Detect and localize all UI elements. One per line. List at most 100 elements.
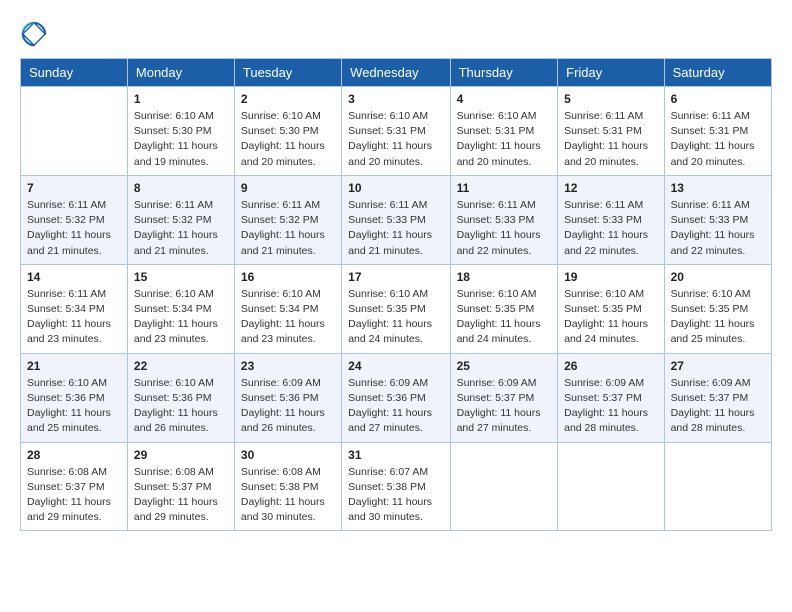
day-cell: 3 Sunrise: 6:10 AMSunset: 5:31 PMDaylight… [342, 87, 450, 176]
day-info: Sunrise: 6:10 AMSunset: 5:31 PMDaylight:… [348, 109, 443, 170]
weekday-header-tuesday: Tuesday [234, 59, 341, 87]
day-cell: 21 Sunrise: 6:10 AMSunset: 5:36 PMDayligh… [21, 353, 128, 442]
day-number: 2 [241, 92, 335, 106]
day-info: Sunrise: 6:11 AMSunset: 5:33 PMDaylight:… [457, 198, 552, 259]
day-cell: 23 Sunrise: 6:09 AMSunset: 5:36 PMDayligh… [234, 353, 341, 442]
day-cell: 26 Sunrise: 6:09 AMSunset: 5:37 PMDayligh… [558, 353, 664, 442]
day-number: 14 [27, 270, 121, 284]
day-number: 27 [671, 359, 765, 373]
day-info: Sunrise: 6:10 AMSunset: 5:35 PMDaylight:… [457, 287, 552, 348]
day-cell: 30 Sunrise: 6:08 AMSunset: 5:38 PMDayligh… [234, 442, 341, 531]
day-number: 13 [671, 181, 765, 195]
day-number: 18 [457, 270, 552, 284]
day-info: Sunrise: 6:10 AMSunset: 5:35 PMDaylight:… [564, 287, 657, 348]
page-header [20, 20, 772, 48]
day-number: 17 [348, 270, 443, 284]
day-number: 23 [241, 359, 335, 373]
day-info: Sunrise: 6:10 AMSunset: 5:35 PMDaylight:… [671, 287, 765, 348]
weekday-header-saturday: Saturday [664, 59, 771, 87]
day-cell: 22 Sunrise: 6:10 AMSunset: 5:36 PMDayligh… [127, 353, 234, 442]
logo-icon [20, 20, 48, 48]
day-number: 16 [241, 270, 335, 284]
day-number: 20 [671, 270, 765, 284]
day-cell: 27Sunrise: 6:09 AMSunset: 5:37 PMDayligh… [664, 353, 771, 442]
week-row-1: 1 Sunrise: 6:10 AMSunset: 5:30 PMDaylight… [21, 87, 772, 176]
day-number: 26 [564, 359, 657, 373]
day-info: Sunrise: 6:10 AMSunset: 5:30 PMDaylight:… [134, 109, 228, 170]
day-cell [21, 87, 128, 176]
day-cell [558, 442, 664, 531]
day-number: 19 [564, 270, 657, 284]
day-info: Sunrise: 6:10 AMSunset: 5:36 PMDaylight:… [134, 376, 228, 437]
day-number: 21 [27, 359, 121, 373]
day-info: Sunrise: 6:10 AMSunset: 5:34 PMDaylight:… [241, 287, 335, 348]
day-number: 10 [348, 181, 443, 195]
week-row-2: 7 Sunrise: 6:11 AMSunset: 5:32 PMDaylight… [21, 175, 772, 264]
week-row-5: 28 Sunrise: 6:08 AMSunset: 5:37 PMDayligh… [21, 442, 772, 531]
day-number: 22 [134, 359, 228, 373]
day-cell: 19 Sunrise: 6:10 AMSunset: 5:35 PMDayligh… [558, 264, 664, 353]
day-info: Sunrise: 6:10 AMSunset: 5:35 PMDaylight:… [348, 287, 443, 348]
day-info: Sunrise: 6:08 AMSunset: 5:37 PMDaylight:… [134, 465, 228, 526]
day-info: Sunrise: 6:10 AMSunset: 5:30 PMDaylight:… [241, 109, 335, 170]
day-number: 12 [564, 181, 657, 195]
day-cell: 24 Sunrise: 6:09 AMSunset: 5:36 PMDayligh… [342, 353, 450, 442]
weekday-header-row: SundayMondayTuesdayWednesdayThursdayFrid… [21, 59, 772, 87]
day-info: Sunrise: 6:11 AMSunset: 5:34 PMDaylight:… [27, 287, 121, 348]
day-cell: 14 Sunrise: 6:11 AMSunset: 5:34 PMDayligh… [21, 264, 128, 353]
day-number: 31 [348, 448, 443, 462]
day-info: Sunrise: 6:11 AMSunset: 5:32 PMDaylight:… [27, 198, 121, 259]
week-row-3: 14 Sunrise: 6:11 AMSunset: 5:34 PMDayligh… [21, 264, 772, 353]
day-cell [664, 442, 771, 531]
day-number: 24 [348, 359, 443, 373]
day-info: Sunrise: 6:10 AMSunset: 5:36 PMDaylight:… [27, 376, 121, 437]
day-number: 9 [241, 181, 335, 195]
day-info: Sunrise: 6:11 AMSunset: 5:31 PMDaylight:… [671, 109, 765, 170]
day-cell: 1 Sunrise: 6:10 AMSunset: 5:30 PMDaylight… [127, 87, 234, 176]
day-cell: 7 Sunrise: 6:11 AMSunset: 5:32 PMDaylight… [21, 175, 128, 264]
day-info: Sunrise: 6:11 AMSunset: 5:32 PMDaylight:… [241, 198, 335, 259]
day-number: 28 [27, 448, 121, 462]
day-cell: 16 Sunrise: 6:10 AMSunset: 5:34 PMDayligh… [234, 264, 341, 353]
day-cell: 18 Sunrise: 6:10 AMSunset: 5:35 PMDayligh… [450, 264, 558, 353]
calendar-table: SundayMondayTuesdayWednesdayThursdayFrid… [20, 58, 772, 531]
day-cell: 29 Sunrise: 6:08 AMSunset: 5:37 PMDayligh… [127, 442, 234, 531]
day-cell: 10Sunrise: 6:11 AMSunset: 5:33 PMDayligh… [342, 175, 450, 264]
day-cell: 11 Sunrise: 6:11 AMSunset: 5:33 PMDayligh… [450, 175, 558, 264]
day-number: 15 [134, 270, 228, 284]
day-info: Sunrise: 6:08 AMSunset: 5:38 PMDaylight:… [241, 465, 335, 526]
day-info: Sunrise: 6:09 AMSunset: 5:37 PMDaylight:… [564, 376, 657, 437]
day-number: 7 [27, 181, 121, 195]
day-number: 30 [241, 448, 335, 462]
day-cell: 25 Sunrise: 6:09 AMSunset: 5:37 PMDayligh… [450, 353, 558, 442]
day-number: 25 [457, 359, 552, 373]
day-info: Sunrise: 6:11 AMSunset: 5:32 PMDaylight:… [134, 198, 228, 259]
day-info: Sunrise: 6:07 AMSunset: 5:38 PMDaylight:… [348, 465, 443, 526]
day-info: Sunrise: 6:09 AMSunset: 5:36 PMDaylight:… [241, 376, 335, 437]
day-number: 29 [134, 448, 228, 462]
day-number: 5 [564, 92, 657, 106]
day-number: 1 [134, 92, 228, 106]
weekday-header-thursday: Thursday [450, 59, 558, 87]
day-number: 4 [457, 92, 552, 106]
day-number: 6 [671, 92, 765, 106]
logo [20, 20, 52, 48]
day-cell: 13 Sunrise: 6:11 AMSunset: 5:33 PMDayligh… [664, 175, 771, 264]
day-cell: 5Sunrise: 6:11 AMSunset: 5:31 PMDaylight… [558, 87, 664, 176]
weekday-header-friday: Friday [558, 59, 664, 87]
day-cell: 15 Sunrise: 6:10 AMSunset: 5:34 PMDayligh… [127, 264, 234, 353]
day-info: Sunrise: 6:10 AMSunset: 5:31 PMDaylight:… [457, 109, 552, 170]
day-cell: 28 Sunrise: 6:08 AMSunset: 5:37 PMDayligh… [21, 442, 128, 531]
day-cell: 4 Sunrise: 6:10 AMSunset: 5:31 PMDaylight… [450, 87, 558, 176]
day-info: Sunrise: 6:09 AMSunset: 5:36 PMDaylight:… [348, 376, 443, 437]
day-info: Sunrise: 6:10 AMSunset: 5:34 PMDaylight:… [134, 287, 228, 348]
weekday-header-sunday: Sunday [21, 59, 128, 87]
day-number: 8 [134, 181, 228, 195]
day-info: Sunrise: 6:11 AMSunset: 5:33 PMDaylight:… [671, 198, 765, 259]
day-info: Sunrise: 6:09 AMSunset: 5:37 PMDaylight:… [457, 376, 552, 437]
weekday-header-monday: Monday [127, 59, 234, 87]
day-number: 11 [457, 181, 552, 195]
day-number: 3 [348, 92, 443, 106]
day-cell: 6 Sunrise: 6:11 AMSunset: 5:31 PMDaylight… [664, 87, 771, 176]
day-info: Sunrise: 6:08 AMSunset: 5:37 PMDaylight:… [27, 465, 121, 526]
